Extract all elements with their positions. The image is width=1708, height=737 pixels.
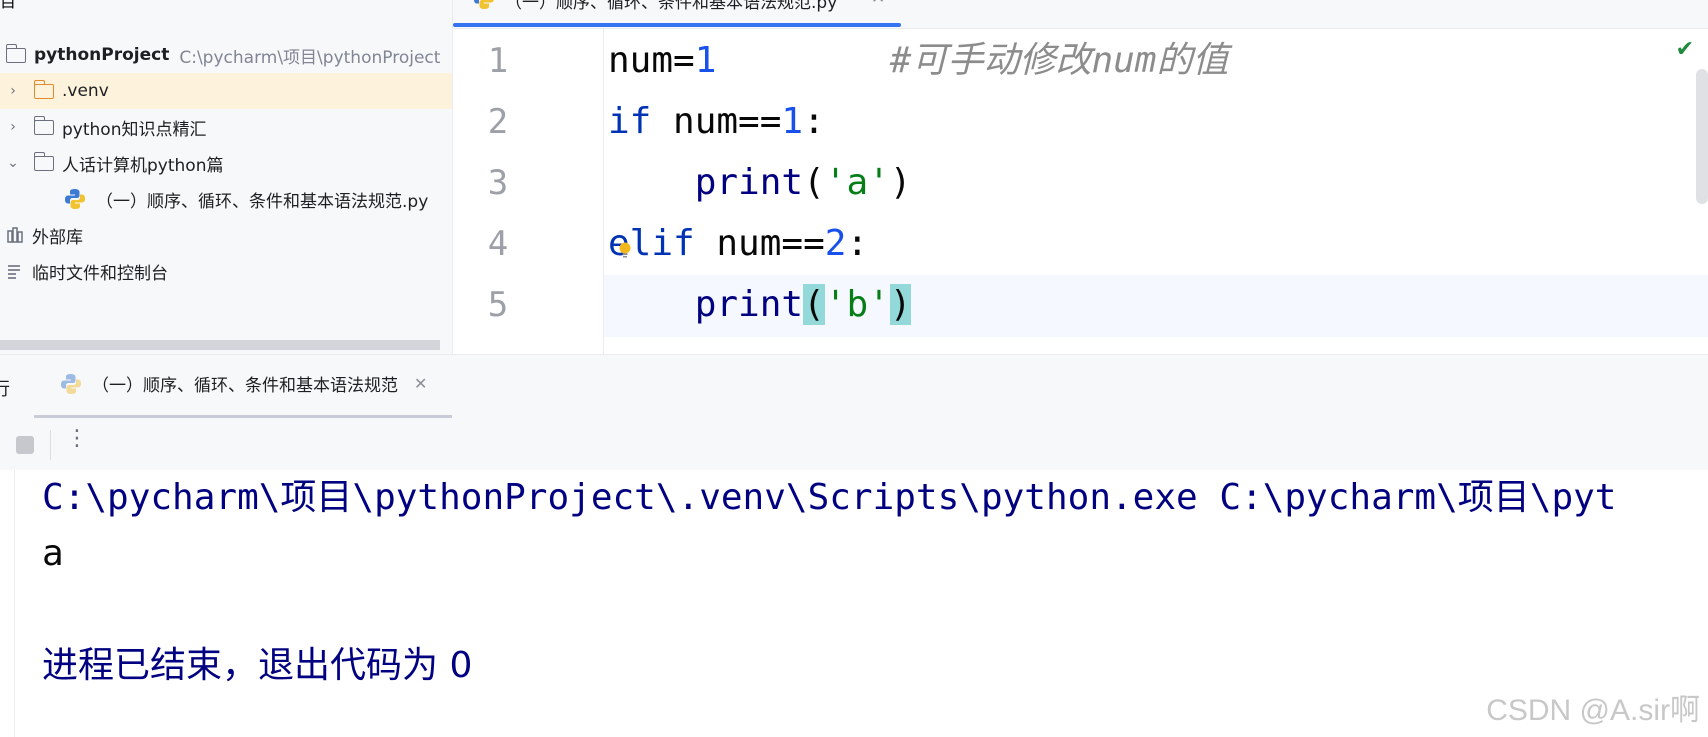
tree-item-label: .venv bbox=[62, 81, 109, 101]
code-line-4: elif num==2: bbox=[608, 213, 868, 275]
more-options-icon[interactable]: ⋮ bbox=[66, 426, 88, 451]
checkmark-icon[interactable]: ✔ bbox=[1676, 37, 1694, 62]
code-token: : bbox=[803, 101, 825, 142]
active-tab-indicator bbox=[453, 23, 901, 27]
tree-item-venv[interactable]: › .venv bbox=[0, 73, 452, 109]
tree-item-renhua-python[interactable]: ⌄ 人话计算机python篇 bbox=[0, 145, 452, 181]
run-window-title: 行 bbox=[0, 379, 10, 400]
console-gutter bbox=[0, 470, 15, 737]
line-number: 2 bbox=[487, 102, 509, 142]
python-file-icon bbox=[61, 373, 81, 394]
code-line-5: print('b') bbox=[608, 274, 912, 336]
project-panel-title: 目 bbox=[0, 0, 17, 11]
library-icon bbox=[7, 227, 23, 243]
project-root-name: pythonProject bbox=[34, 45, 170, 65]
python-file-icon bbox=[474, 0, 494, 9]
code-comment: #可手动修改num的值 bbox=[889, 40, 1229, 81]
stop-button[interactable] bbox=[16, 436, 34, 454]
line-number: 4 bbox=[487, 224, 509, 264]
console-output[interactable]: C:\pycharm\项目\pythonProject\.venv\Script… bbox=[0, 470, 1708, 737]
tree-item-label: （一）顺序、循环、条件和基本语法规范.py bbox=[96, 191, 429, 212]
horizontal-scrollbar[interactable] bbox=[0, 340, 440, 350]
line-number: 5 bbox=[487, 285, 509, 325]
code-line-1: num=1 #可手动修改num的值 bbox=[608, 30, 1228, 92]
code-token: num== bbox=[694, 223, 825, 264]
code-number: 1 bbox=[694, 40, 717, 81]
line-number: 3 bbox=[487, 163, 509, 203]
console-line-output: a bbox=[42, 533, 64, 574]
lightbulb-icon[interactable] bbox=[618, 242, 632, 258]
chevron-right-icon[interactable]: › bbox=[6, 83, 20, 99]
code-keyword: if bbox=[608, 101, 652, 142]
close-icon[interactable]: ✕ bbox=[871, 0, 885, 8]
code-line-2: if num==1: bbox=[608, 91, 825, 153]
code-builtin: print bbox=[694, 162, 804, 203]
code-editor[interactable]: 1 2 3 4 5 num=1 #可手动修改num的值 if num==1: p… bbox=[453, 29, 1708, 354]
code-token: num== bbox=[651, 101, 782, 142]
tree-item-python-file[interactable]: （一）顺序、循环、条件和基本语法规范.py bbox=[0, 181, 452, 217]
project-root-path: C:\pycharm\项目\pythonProject bbox=[179, 47, 441, 68]
tree-item-label: python知识点精汇 bbox=[62, 119, 207, 140]
console-line-exit: 进程已结束，退出代码为 0 bbox=[42, 645, 473, 686]
code-builtin: print bbox=[694, 284, 804, 325]
excluded-folder-icon bbox=[33, 79, 54, 99]
run-tab[interactable]: （一）顺序、循环、条件和基本语法规范 ✕ bbox=[60, 371, 427, 396]
editor-tab-label: （一）顺序、循环、条件和基本语法规范.py bbox=[505, 0, 838, 13]
code-brace-highlight: ) bbox=[889, 284, 912, 325]
run-toolbar: ⋮ bbox=[0, 418, 1708, 470]
line-number: 1 bbox=[487, 41, 509, 81]
tree-root-pythonproject[interactable]: pythonProject C:\pycharm\项目\pythonProjec… bbox=[0, 37, 452, 73]
folder-icon bbox=[33, 151, 54, 171]
run-tab-label: （一）顺序、循环、条件和基本语法规范 bbox=[92, 376, 398, 396]
code-brace-highlight: ( bbox=[803, 284, 825, 325]
toolbar-separator bbox=[50, 430, 51, 460]
tree-item-label: 临时文件和控制台 bbox=[32, 263, 168, 284]
code-token: ) bbox=[889, 162, 912, 203]
code-string: 'b' bbox=[824, 284, 890, 325]
tree-item-python-knowledge[interactable]: › python知识点精汇 bbox=[0, 109, 452, 145]
project-tool-window: 目 pythonProject C:\pycharm\项目\pythonProj… bbox=[0, 0, 453, 354]
tree-item-scratches[interactable]: 临时文件和控制台 bbox=[0, 253, 452, 289]
code-token: ( bbox=[803, 162, 825, 203]
chevron-right-icon[interactable]: › bbox=[6, 119, 20, 135]
watermark: CSDN @A.sir啊 bbox=[1486, 694, 1700, 727]
tree-item-label: 人话计算机python篇 bbox=[62, 155, 224, 176]
python-file-icon bbox=[65, 189, 85, 209]
code-token: num= bbox=[608, 40, 695, 81]
folder-icon bbox=[5, 43, 26, 63]
chevron-down-icon[interactable]: ⌄ bbox=[6, 155, 20, 171]
code-number: 1 bbox=[781, 101, 804, 142]
tree-item-external-libraries[interactable]: 外部库 bbox=[0, 217, 452, 253]
console-line-command: C:\pycharm\项目\pythonProject\.venv\Script… bbox=[42, 477, 1617, 518]
folder-icon bbox=[33, 115, 54, 135]
scratches-icon bbox=[8, 265, 20, 279]
tree-item-label: 外部库 bbox=[32, 227, 83, 248]
close-icon[interactable]: ✕ bbox=[414, 374, 427, 393]
code-number: 2 bbox=[824, 223, 847, 264]
vertical-scrollbar[interactable] bbox=[1696, 69, 1708, 204]
code-token: : bbox=[846, 223, 869, 264]
run-tool-window-header: 行 （一）顺序、循环、条件和基本语法规范 ✕ bbox=[0, 354, 1708, 420]
code-string: 'a' bbox=[824, 162, 890, 203]
code-line-3: print('a') bbox=[608, 152, 912, 214]
